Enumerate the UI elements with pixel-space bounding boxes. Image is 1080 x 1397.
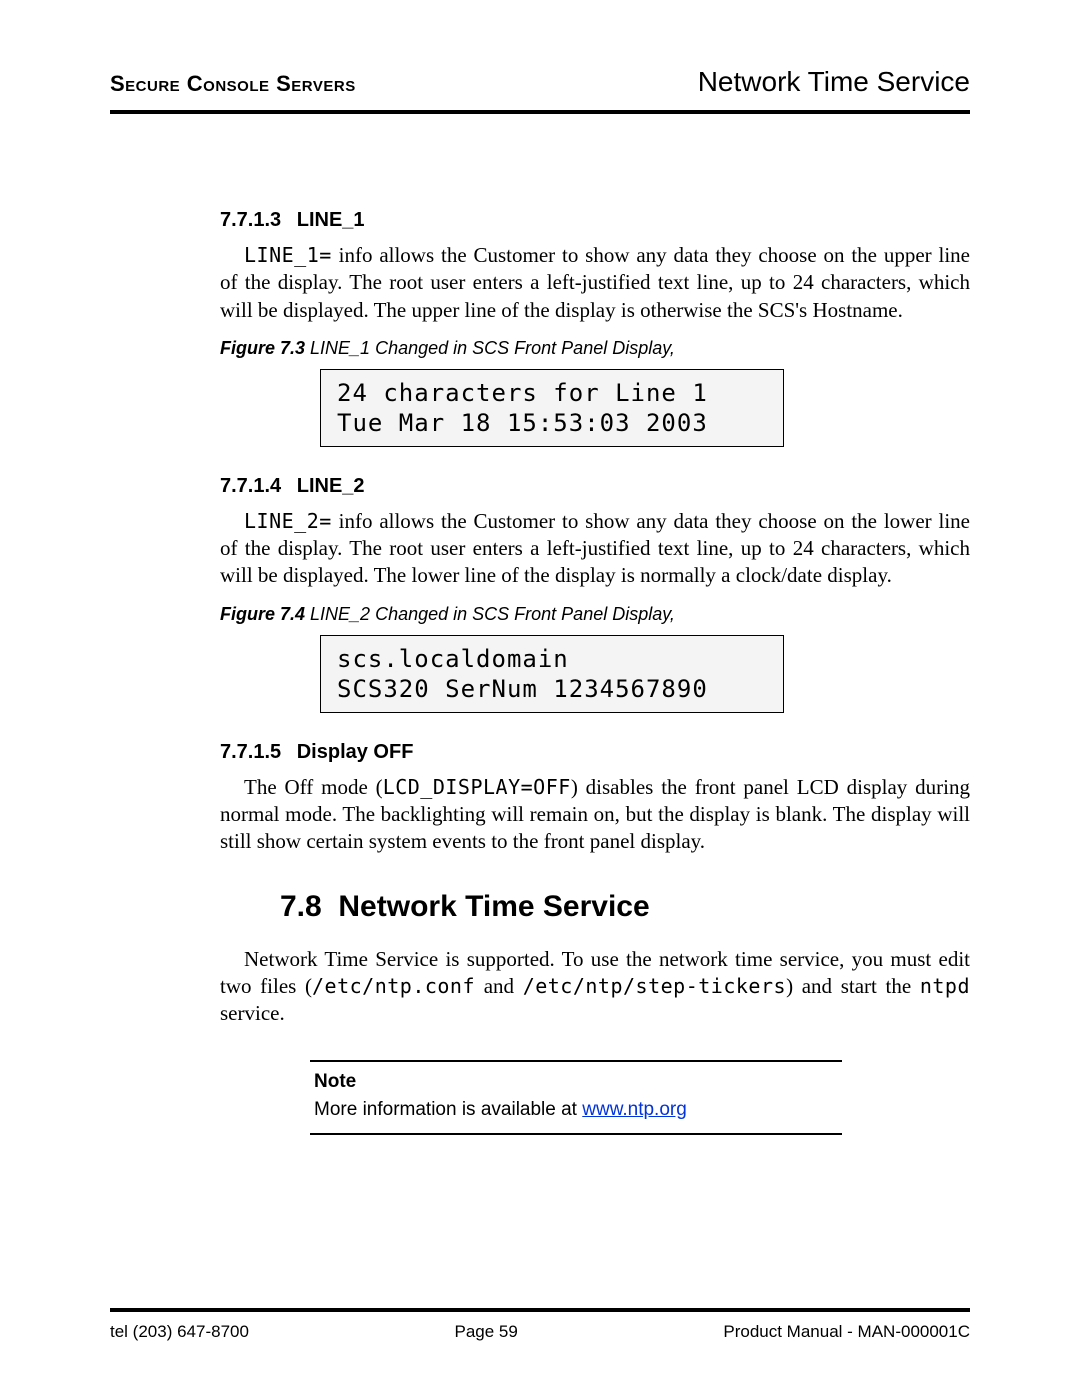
heading-title: LINE_2 bbox=[297, 475, 365, 497]
figure-7-4-caption: Figure 7.4 LINE_2 Changed in SCS Front P… bbox=[220, 604, 970, 625]
header-left: Secure Console Servers bbox=[110, 71, 356, 97]
heading-title: Display OFF bbox=[297, 741, 414, 763]
lcd-7-4-line-1: scs.localdomain bbox=[337, 645, 569, 673]
para-line-2-body: info allows the Customer to show any dat… bbox=[220, 509, 970, 588]
code-lcd-display-off: LCD_DISPLAY=OFF bbox=[383, 775, 571, 799]
note-text: More information is available at bbox=[314, 1099, 582, 1120]
content: 7.7.1.3 LINE_1 LINE_1= info allows the C… bbox=[220, 114, 970, 1135]
note-label: Note bbox=[314, 1068, 838, 1097]
heading-display-off: 7.7.1.5 Display OFF bbox=[220, 741, 970, 764]
footer-right: Product Manual - MAN-000001C bbox=[723, 1322, 970, 1342]
code-line-1-key: LINE_1= bbox=[244, 243, 332, 267]
lcd-figure-7-4: scs.localdomain SCS320 SerNum 1234567890 bbox=[320, 635, 784, 713]
para-line-2: LINE_2= info allows the Customer to show… bbox=[220, 508, 970, 590]
code-ntpd: ntpd bbox=[920, 974, 970, 998]
lcd-7-4-line-2: SCS320 SerNum 1234567890 bbox=[337, 675, 708, 703]
heading-title: LINE_1 bbox=[297, 209, 365, 231]
heading-num: 7.7.1.4 bbox=[220, 475, 281, 497]
code-step-tickers: /etc/ntp/step-tickers bbox=[523, 974, 786, 998]
note-link[interactable]: www.ntp.org bbox=[582, 1099, 687, 1120]
code-ntp-conf: /etc/ntp.conf bbox=[312, 974, 475, 998]
lcd-figure-7-3: 24 characters for Line 1 Tue Mar 18 15:5… bbox=[320, 369, 784, 447]
footer-rule bbox=[110, 1308, 970, 1312]
header-right: Network Time Service bbox=[698, 66, 970, 98]
heading-num: 7.7.1.5 bbox=[220, 741, 281, 763]
para-nts-post2: service. bbox=[220, 1001, 285, 1025]
para-nts-post1: ) and start the bbox=[786, 974, 920, 998]
footer-center: Page 59 bbox=[454, 1322, 517, 1342]
heading-line-2: 7.7.1.4 LINE_2 bbox=[220, 475, 970, 498]
figure-7-4-text: LINE_2 Changed in SCS Front Panel Displa… bbox=[305, 604, 675, 624]
page: Secure Console Servers Network Time Serv… bbox=[0, 0, 1080, 1397]
figure-7-3-label: Figure 7.3 bbox=[220, 338, 305, 358]
code-line-2-key: LINE_2= bbox=[244, 509, 332, 533]
para-display-off-pre: The Off mode ( bbox=[244, 775, 383, 799]
heading-line-1: 7.7.1.3 LINE_1 bbox=[220, 209, 970, 232]
page-header: Secure Console Servers Network Time Serv… bbox=[110, 66, 970, 106]
heading-num: 7.7.1.3 bbox=[220, 209, 281, 231]
footer-row: tel (203) 647-8700 Page 59 Product Manua… bbox=[110, 1322, 970, 1342]
footer-left: tel (203) 647-8700 bbox=[110, 1322, 249, 1342]
page-footer: tel (203) 647-8700 Page 59 Product Manua… bbox=[110, 1308, 970, 1342]
figure-7-3-text: LINE_1 Changed in SCS Front Panel Displa… bbox=[305, 338, 675, 358]
para-line-1-body: info allows the Customer to show any dat… bbox=[220, 243, 970, 322]
para-line-1: LINE_1= info allows the Customer to show… bbox=[220, 242, 970, 324]
note-body: More information is available at www.ntp… bbox=[314, 1096, 838, 1125]
figure-7-4-label: Figure 7.4 bbox=[220, 604, 305, 624]
note-box: Note More information is available at ww… bbox=[310, 1060, 842, 1135]
lcd-7-3-line-1: 24 characters for Line 1 bbox=[337, 379, 708, 407]
heading-nts-num: 7.8 bbox=[280, 890, 322, 923]
heading-nts: 7.8 Network Time Service bbox=[220, 890, 970, 924]
heading-nts-title: Network Time Service bbox=[338, 890, 649, 923]
para-display-off: The Off mode (LCD_DISPLAY=OFF) disables … bbox=[220, 774, 970, 856]
figure-7-3-caption: Figure 7.3 LINE_1 Changed in SCS Front P… bbox=[220, 338, 970, 359]
lcd-7-3-line-2: Tue Mar 18 15:53:03 2003 bbox=[337, 409, 708, 437]
para-nts: Network Time Service is supported. To us… bbox=[220, 946, 970, 1028]
para-nts-mid: and bbox=[475, 974, 523, 998]
